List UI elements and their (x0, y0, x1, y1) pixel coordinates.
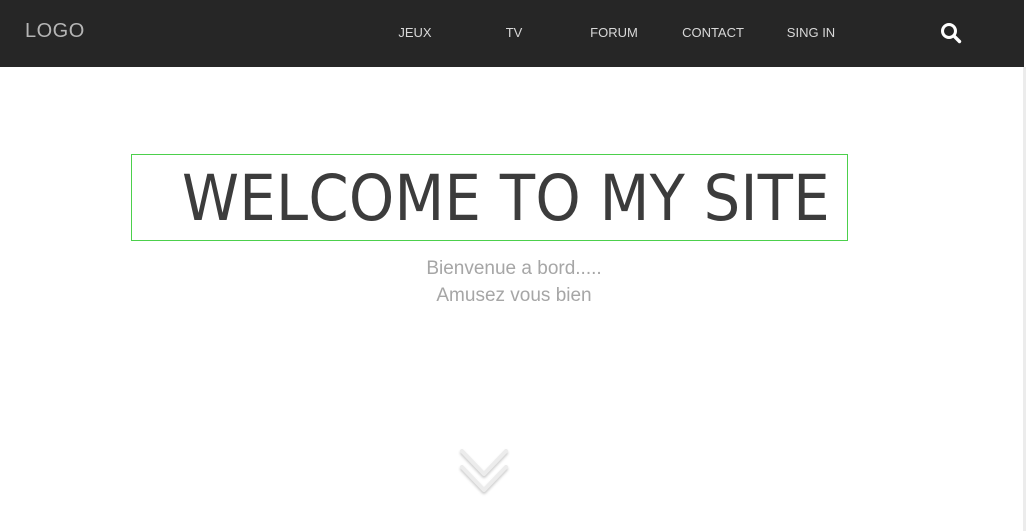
hero-title: WELCOME TO MY SITE (182, 162, 830, 235)
page: LOGO JEUX TV FORUM CONTACT SING IN WELCO… (0, 0, 1026, 531)
nav-item-tv[interactable]: TV (474, 25, 554, 40)
top-navbar: LOGO JEUX TV FORUM CONTACT SING IN (0, 0, 1024, 67)
nav-item-contact[interactable]: CONTACT (673, 25, 753, 40)
nav-item-sign-in[interactable]: SING IN (771, 25, 851, 40)
search-icon[interactable] (939, 21, 963, 45)
chevron-double-down-icon[interactable] (458, 447, 510, 497)
site-logo[interactable]: LOGO (25, 20, 85, 43)
hero-subtitle-line-1: Bienvenue a bord..... (426, 258, 602, 279)
hero-subtitle-line-2: Amusez vous bien (436, 285, 592, 306)
nav-item-forum[interactable]: FORUM (574, 25, 654, 40)
nav-item-jeux[interactable]: JEUX (375, 25, 455, 40)
